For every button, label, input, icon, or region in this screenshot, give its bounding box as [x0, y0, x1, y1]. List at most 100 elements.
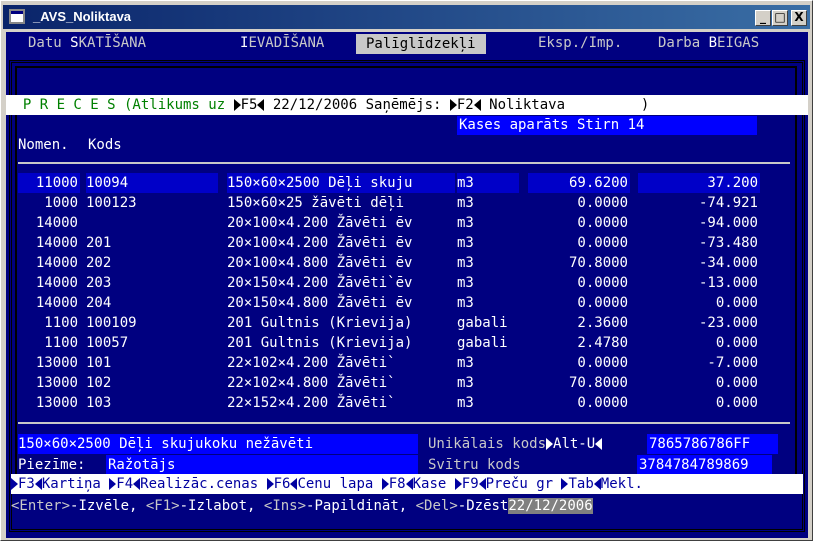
row-unit[interactable]: m3: [457, 213, 519, 233]
fkey-f8[interactable]: F8: [389, 476, 406, 492]
alt-u-key[interactable]: Alt-U: [553, 436, 595, 452]
row-price[interactable]: -94.000: [638, 213, 760, 233]
arrow-right-icon: [381, 478, 389, 490]
row-nomen[interactable]: 14000: [18, 293, 80, 313]
row-price[interactable]: -13.000: [638, 273, 760, 293]
row-unit[interactable]: m3: [457, 293, 519, 313]
row-nomen[interactable]: 14000: [18, 273, 80, 293]
row-name[interactable]: 20×100×4.800 Žāvēti ēv: [227, 253, 455, 273]
row-qty[interactable]: 0.0000: [528, 353, 630, 373]
row-price[interactable]: -73.480: [638, 233, 760, 253]
row-qty[interactable]: 2.4780: [528, 333, 630, 353]
header-text: P R E C E S (Atlikums uz: [6, 97, 234, 113]
row-kods[interactable]: 204: [86, 293, 218, 313]
row-price[interactable]: 37.200: [638, 173, 760, 193]
row-price[interactable]: -23.000: [638, 313, 760, 333]
row-unit[interactable]: m3: [457, 393, 519, 413]
fkey-tab[interactable]: Tab: [568, 476, 593, 492]
barcode-field[interactable]: 3784784789869: [637, 455, 772, 475]
f5-key[interactable]: F5: [241, 97, 258, 113]
row-nomen[interactable]: 11000: [18, 173, 80, 193]
menu-datu-skatisana[interactable]: Datu SKATĪŠANA: [28, 35, 146, 51]
row-nomen[interactable]: 14000: [18, 233, 80, 253]
arrow-left-icon: [593, 478, 601, 490]
row-kods[interactable]: 202: [86, 253, 218, 273]
app-icon[interactable]: [9, 9, 25, 24]
row-unit[interactable]: m3: [457, 173, 519, 193]
row-nomen[interactable]: 13000: [18, 353, 80, 373]
row-qty[interactable]: 0.0000: [528, 393, 630, 413]
fkey-f9[interactable]: F9: [462, 476, 479, 492]
row-price[interactable]: 0.000: [638, 373, 760, 393]
row-qty[interactable]: 0.0000: [528, 213, 630, 233]
row-price[interactable]: -34.000: [638, 253, 760, 273]
row-name[interactable]: 20×100×4.200 Žāvēti ēv: [227, 213, 455, 233]
row-qty[interactable]: 70.8000: [528, 373, 630, 393]
row-kods[interactable]: 102: [86, 373, 218, 393]
fkey-f6[interactable]: F6: [274, 476, 291, 492]
row-qty[interactable]: 0.0000: [528, 273, 630, 293]
menu-paliglidzekli[interactable]: Palīglīdzekļi: [356, 34, 486, 54]
close-button[interactable]: X: [791, 10, 807, 26]
f1-key: <F1>: [145, 498, 180, 514]
row-kods[interactable]: [86, 213, 218, 233]
row-price[interactable]: 0.000: [638, 393, 760, 413]
row-unit[interactable]: gabali: [457, 313, 519, 333]
menu-ievadisana[interactable]: IEVADĪŠANA: [240, 35, 324, 51]
row-unit[interactable]: m3: [457, 233, 519, 253]
row-qty[interactable]: 70.8000: [528, 253, 630, 273]
row-price[interactable]: 0.000: [638, 333, 760, 353]
row-name[interactable]: 22×102×4.200 Žāvēti`: [227, 353, 455, 373]
note-field[interactable]: Ražotājs: [106, 455, 418, 475]
unique-code-field[interactable]: 7865786786FF: [647, 434, 778, 454]
row-unit[interactable]: m3: [457, 373, 519, 393]
row-name[interactable]: 20×150×4.200 Žāvēti`ēv: [227, 273, 455, 293]
minimize-button[interactable]: _: [755, 10, 771, 26]
row-kods[interactable]: 10094: [86, 173, 218, 193]
row-price[interactable]: -74.921: [638, 193, 760, 213]
row-name[interactable]: 150×60×2500 Dēļi skuju: [227, 173, 455, 193]
f2-key[interactable]: F2: [457, 97, 474, 113]
row-name[interactable]: 201 Gultnis (Krievija): [227, 333, 455, 353]
fkey-f4[interactable]: F4: [116, 476, 133, 492]
row-price[interactable]: -7.000: [638, 353, 760, 373]
row-price[interactable]: 0.000: [638, 293, 760, 313]
row-name[interactable]: 201 Gultnis (Krievija): [227, 313, 455, 333]
menu-eksp-imp[interactable]: Eksp./Imp.: [538, 35, 622, 51]
row-kods[interactable]: 100109: [86, 313, 218, 333]
row-nomen[interactable]: 13000: [18, 393, 80, 413]
row-kods[interactable]: 100123: [86, 193, 218, 213]
row-kods[interactable]: 201: [86, 233, 218, 253]
row-qty[interactable]: 2.3600: [528, 313, 630, 333]
row-unit[interactable]: m3: [457, 353, 519, 373]
row-nomen[interactable]: 1000: [18, 193, 80, 213]
row-unit[interactable]: gabali: [457, 333, 519, 353]
fkey-f3[interactable]: F3: [18, 476, 35, 492]
row-unit[interactable]: m3: [457, 273, 519, 293]
row-qty[interactable]: 0.0000: [528, 193, 630, 213]
row-qty[interactable]: 0.0000: [528, 233, 630, 253]
title-bar[interactable]: _AVS_Noliktava _ □ X: [3, 5, 810, 29]
row-kods[interactable]: 103: [86, 393, 218, 413]
row-name[interactable]: 150×60×25 žāvēti dēļi: [227, 193, 455, 213]
del-key: <Del>: [415, 498, 458, 514]
row-name[interactable]: 22×152×4.200 Žāvēti`: [227, 393, 455, 413]
row-unit[interactable]: m3: [457, 253, 519, 273]
row-nomen[interactable]: 1100: [18, 313, 80, 333]
ins-desc: -Papildināt,: [306, 498, 416, 514]
row-kods[interactable]: 101: [86, 353, 218, 373]
row-name[interactable]: 20×100×4.200 Žāvēti ēv: [227, 233, 455, 253]
row-unit[interactable]: m3: [457, 193, 519, 213]
maximize-button[interactable]: □: [772, 10, 788, 26]
row-qty[interactable]: 0.0000: [528, 293, 630, 313]
row-nomen[interactable]: 14000: [18, 253, 80, 273]
menu-darba-beigas[interactable]: Darba BEIGAS: [658, 35, 759, 51]
row-kods[interactable]: 10057: [86, 333, 218, 353]
row-nomen[interactable]: 1100: [18, 333, 80, 353]
row-kods[interactable]: 203: [86, 273, 218, 293]
row-name[interactable]: 20×150×4.800 Žāvēti ēv: [227, 293, 455, 313]
row-nomen[interactable]: 13000: [18, 373, 80, 393]
row-name[interactable]: 22×102×4.800 Žāvēti`: [227, 373, 455, 393]
row-qty[interactable]: 69.6200: [528, 173, 630, 193]
row-nomen[interactable]: 14000: [18, 213, 80, 233]
